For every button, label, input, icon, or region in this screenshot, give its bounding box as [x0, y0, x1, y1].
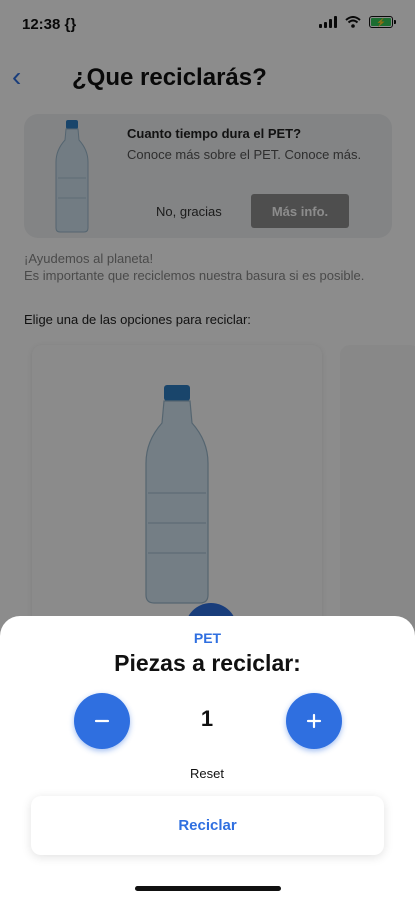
reset-button[interactable]: Reset [157, 766, 257, 781]
plus-icon [306, 713, 322, 729]
bottom-sheet: PET Piezas a reciclar: 1 Reset Reciclar [0, 616, 415, 900]
sheet-title: Piezas a reciclar: [114, 650, 301, 676]
recycle-button[interactable]: Reciclar [31, 796, 384, 855]
piece-count: 1 [200, 706, 214, 731]
minus-icon [94, 719, 110, 723]
sheet-category: PET [193, 630, 222, 646]
decrement-button[interactable] [74, 693, 130, 749]
home-indicator [135, 886, 281, 891]
increment-button[interactable] [286, 693, 342, 749]
